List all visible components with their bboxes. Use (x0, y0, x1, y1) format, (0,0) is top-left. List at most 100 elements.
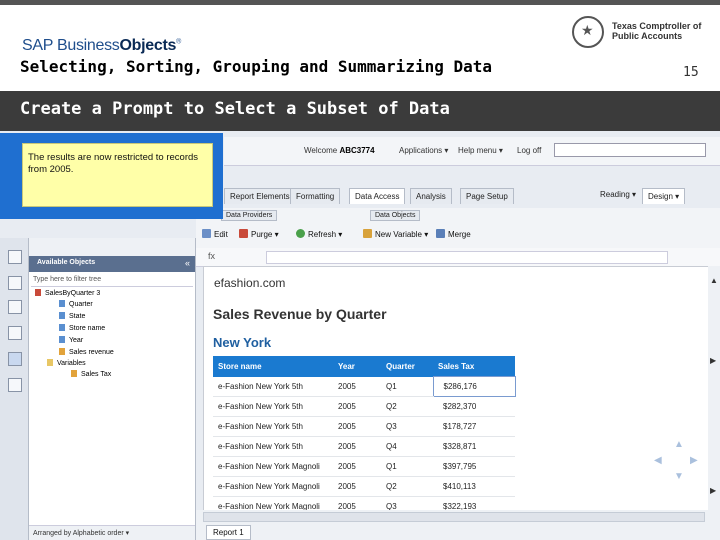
collapse-panel-icon[interactable]: « (185, 258, 190, 268)
cell-quarter: Q3 (381, 416, 433, 437)
table-row[interactable]: e-Fashion New York Magnoli 2005 Q1 $397,… (213, 456, 515, 477)
tab-data-access[interactable]: Data Access (349, 188, 406, 204)
purge-icon (239, 229, 248, 238)
document-summary-icon[interactable] (8, 250, 22, 264)
cell-store: e-Fashion New York Magnoli (213, 456, 333, 477)
table-row[interactable]: e-Fashion New York 5th 2005 Q1 $286,176 (213, 376, 516, 397)
scroll-thumb-icon[interactable]: ▶ (710, 356, 716, 365)
tab-report-1[interactable]: Report 1 (206, 525, 251, 540)
data-access-ribbon: Data Providers Data Objects Edit Purge ▾… (196, 208, 720, 249)
cell-store: e-Fashion New York 5th (213, 376, 333, 397)
filter-tree-input[interactable]: Type here to filter tree (31, 274, 193, 287)
tree-item-quarter[interactable]: Quarter (59, 300, 93, 308)
data-objects-label: Data Objects (370, 210, 421, 221)
input-controls-icon[interactable] (8, 300, 22, 314)
reading-mode-button[interactable]: Reading ▾ (600, 190, 636, 199)
tab-page-setup[interactable]: Page Setup (460, 188, 514, 204)
tab-formatting[interactable]: Formatting (290, 188, 341, 204)
cell-year: 2005 (333, 456, 381, 477)
pan-up-icon[interactable]: ▲ (674, 439, 684, 450)
cell-store: e-Fashion New York 5th (213, 436, 333, 457)
design-mode-button[interactable]: Design ▾ (642, 188, 686, 204)
formula-fx-icon[interactable]: fx (208, 251, 215, 261)
tab-analysis[interactable]: Analysis (410, 188, 452, 204)
cell-sales-tax: $178,727 (433, 416, 515, 437)
column-header[interactable]: Store name (213, 356, 333, 377)
report-map-icon[interactable] (8, 276, 22, 290)
table-row[interactable]: e-Fashion New York 5th 2005 Q4 $328,871 (213, 436, 515, 457)
logoff-link[interactable]: Log off (517, 146, 541, 155)
tree-item-year[interactable]: Year (59, 336, 83, 344)
column-header[interactable]: Quarter (381, 356, 433, 377)
merge-button[interactable]: Merge (436, 229, 471, 239)
document-structure-icon[interactable] (8, 378, 22, 392)
sap-businessobjects-logo: SAP BusinessObjects® (22, 37, 181, 54)
horizontal-scrollbar[interactable] (203, 512, 705, 522)
table-row[interactable]: e-Fashion New York 5th 2005 Q2 $282,370 (213, 396, 515, 417)
pan-left-icon[interactable]: ◀ (654, 455, 662, 466)
left-rail (0, 238, 29, 540)
cell-quarter: Q2 (381, 396, 433, 417)
new-variable-button[interactable]: New Variable ▾ (363, 229, 428, 239)
cell-year: 2005 (333, 416, 381, 437)
dimension-icon (59, 312, 65, 319)
pan-down-icon[interactable]: ▼ (674, 471, 684, 482)
welcome-text: Welcome ABC3774 (304, 146, 375, 155)
cell-store: e-Fashion New York 5th (213, 396, 333, 417)
toolbar-tabs: Report Elements Formatting Data Access A… (224, 186, 720, 206)
edit-button[interactable]: Edit (202, 229, 228, 239)
tree-item-state[interactable]: State (59, 312, 85, 320)
measure-icon (59, 348, 65, 355)
cell-quarter: Q2 (381, 476, 433, 497)
texas-seal-icon (572, 16, 604, 48)
arrange-by-dropdown[interactable]: Arranged by Alphabetic order ▾ (29, 525, 195, 540)
pan-right-icon[interactable]: ▶ (690, 455, 698, 466)
report-canvas: efashion.com Sales Revenue by Quarter Ne… (203, 266, 710, 517)
callout-text: The results are now restricted to record… (28, 152, 199, 175)
callout-note: The results are now restricted to record… (22, 143, 213, 207)
scroll-up-icon[interactable]: ▲ (710, 276, 718, 285)
agency-name: Texas Comptroller of Public Accounts (612, 21, 702, 41)
tree-item-query[interactable]: SalesByQuarter 3 (35, 289, 100, 297)
tree-item-store-name[interactable]: Store name (59, 324, 105, 332)
cell-sales-tax: $410,113 (433, 476, 515, 497)
report-tab-bar: Report 1 (196, 510, 720, 540)
purge-button[interactable]: Purge ▾ (239, 229, 279, 239)
tree-item-sales-tax[interactable]: Sales Tax (71, 370, 111, 378)
data-providers-label: Data Providers (221, 210, 278, 221)
slide-subtitle: Create a Prompt to Select a Subset of Da… (20, 99, 450, 119)
dimension-icon (59, 336, 65, 343)
report-table[interactable]: Store name Year Quarter Sales Tax e-Fash… (213, 356, 516, 517)
page-number: 15 (683, 65, 699, 80)
folder-icon (47, 359, 53, 366)
vertical-scrollbar[interactable]: ▲ ▶ ▶ (708, 266, 720, 510)
scroll-down-icon[interactable]: ▶ (710, 486, 716, 495)
cell-sales-tax: $328,871 (433, 436, 515, 457)
formula-bar: fx (196, 248, 720, 267)
tree-item-sales-revenue[interactable]: Sales revenue (59, 348, 114, 356)
available-objects-icon[interactable] (8, 352, 22, 366)
table-row[interactable]: e-Fashion New York 5th 2005 Q3 $178,727 (213, 416, 515, 437)
table-header-row: Store name Year Quarter Sales Tax (213, 356, 515, 377)
tab-report-elements[interactable]: Report Elements (224, 188, 296, 204)
tree-item-variables[interactable]: Variables (47, 359, 86, 367)
cell-store: e-Fashion New York Magnoli (213, 476, 333, 497)
formula-input[interactable] (266, 251, 668, 264)
refresh-button[interactable]: Refresh ▾ (296, 229, 342, 239)
applications-menu[interactable]: Applications ▾ (399, 146, 448, 155)
search-input[interactable] (554, 143, 706, 157)
web-service-icon[interactable] (8, 326, 22, 340)
side-toolbar (29, 238, 195, 257)
measure-icon (71, 370, 77, 377)
column-header[interactable]: Year (333, 356, 381, 377)
merge-icon (436, 229, 445, 238)
cell-year: 2005 (333, 376, 381, 397)
refresh-icon (296, 229, 305, 238)
region-section-header: New York (213, 335, 272, 350)
callout-box: The results are now restricted to record… (0, 133, 223, 219)
cell-quarter: Q1 (381, 456, 433, 477)
help-menu[interactable]: Help menu ▾ (458, 146, 503, 155)
available-objects-panel: Available Objects « Type here to filter … (29, 238, 196, 540)
table-row[interactable]: e-Fashion New York Magnoli 2005 Q2 $410,… (213, 476, 515, 497)
column-header[interactable]: Sales Tax (433, 356, 515, 377)
